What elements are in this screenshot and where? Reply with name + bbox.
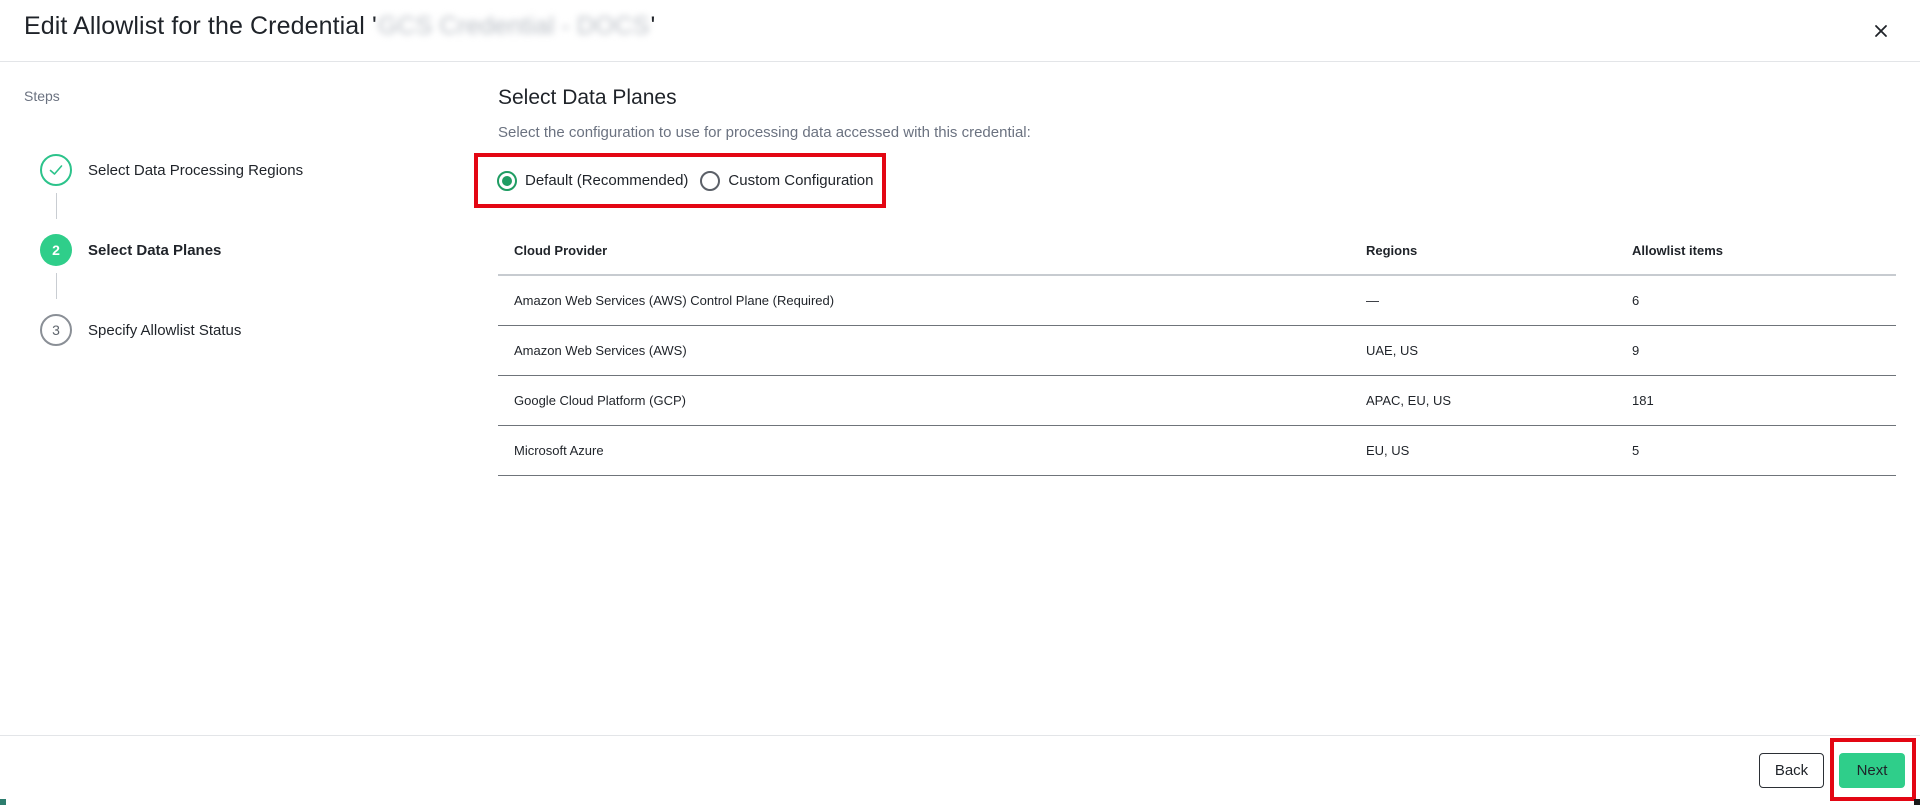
step-1-complete-indicator [40, 154, 72, 186]
table-header-row: Cloud Provider Regions Allowlist items [498, 226, 1896, 276]
step-connector [56, 193, 57, 219]
allowlist-items-cell: 181 [1632, 393, 1654, 408]
modal-footer [0, 735, 1920, 805]
steps-heading: Steps [24, 88, 60, 104]
section-title: Select Data Planes [498, 86, 677, 109]
radio-unchecked-indicator[interactable] [700, 170, 721, 191]
table-row: Amazon Web Services (AWS) Control Plane … [498, 276, 1896, 326]
close-button[interactable] [1868, 18, 1894, 44]
allowlist-items-cell: 6 [1632, 293, 1640, 308]
back-button[interactable]: Back [1759, 753, 1824, 788]
modal-title: Edit Allowlist for the Credential 'GCS C… [24, 12, 655, 41]
radio-custom-label[interactable]: Custom Configuration [728, 172, 873, 189]
step-2-active-indicator: 2 [40, 234, 72, 266]
checkmark-icon [49, 165, 63, 175]
title-prefix: Edit Allowlist for the Credential ' [24, 12, 377, 40]
step-3-label: Specify Allowlist Status [88, 321, 242, 339]
allowlist-items-cell: 9 [1632, 343, 1640, 358]
title-suffix: ' [650, 12, 656, 40]
corner-decoration [1914, 799, 1920, 805]
regions-cell: APAC, EU, US [1366, 393, 1452, 408]
redacted-credential-name: GCS Credential - DOCS [377, 12, 650, 40]
table-row: Amazon Web Services (AWS) UAE, US 9 [498, 326, 1896, 376]
step-connector [56, 273, 57, 299]
radio-default-recommended[interactable]: Default (Recommended) [497, 170, 688, 191]
regions-cell: — [1366, 293, 1379, 308]
step-2-label: Select Data Planes [88, 241, 222, 259]
next-button[interactable]: Next [1839, 753, 1905, 788]
step-1-label: Select Data Processing Regions [88, 161, 304, 179]
cloud-provider-cell: Google Cloud Platform (GCP) [514, 393, 686, 408]
column-header-regions: Regions [1366, 242, 1418, 258]
cloud-provider-cell: Amazon Web Services (AWS) [514, 343, 687, 358]
step-specify-allowlist-status[interactable]: 3 Specify Allowlist Status [40, 314, 241, 346]
column-header-allowlist-items: Allowlist items [1632, 242, 1724, 258]
step-select-data-processing-regions[interactable]: Select Data Processing Regions [40, 154, 303, 186]
modal-header: Edit Allowlist for the Credential 'GCS C… [0, 0, 1920, 62]
radio-custom-configuration[interactable]: Custom Configuration [700, 170, 873, 191]
regions-cell: EU, US [1366, 443, 1410, 458]
radio-default-label[interactable]: Default (Recommended) [525, 172, 688, 189]
data-planes-table: Cloud Provider Regions Allowlist items A… [498, 226, 1896, 476]
cloud-provider-cell: Microsoft Azure [514, 443, 604, 458]
edit-allowlist-modal: Edit Allowlist for the Credential 'GCS C… [0, 0, 1920, 805]
column-header-cloud-provider: Cloud Provider [514, 242, 608, 258]
table-row: Microsoft Azure EU, US 5 [498, 426, 1896, 476]
close-icon [1875, 25, 1887, 37]
step-select-data-planes[interactable]: 2 Select Data Planes [40, 234, 221, 266]
table-row: Google Cloud Platform (GCP) APAC, EU, US… [498, 376, 1896, 426]
allowlist-items-cell: 5 [1632, 443, 1640, 458]
step-3-indicator: 3 [40, 314, 72, 346]
radio-checked-indicator[interactable] [497, 170, 517, 191]
configuration-radio-group: Default (Recommended) Custom Configurati… [474, 153, 886, 208]
corner-decoration [0, 799, 6, 805]
regions-cell: UAE, US [1366, 343, 1419, 358]
cloud-provider-cell: Amazon Web Services (AWS) Control Plane … [514, 293, 835, 308]
section-description: Select the configuration to use for proc… [498, 124, 1031, 141]
